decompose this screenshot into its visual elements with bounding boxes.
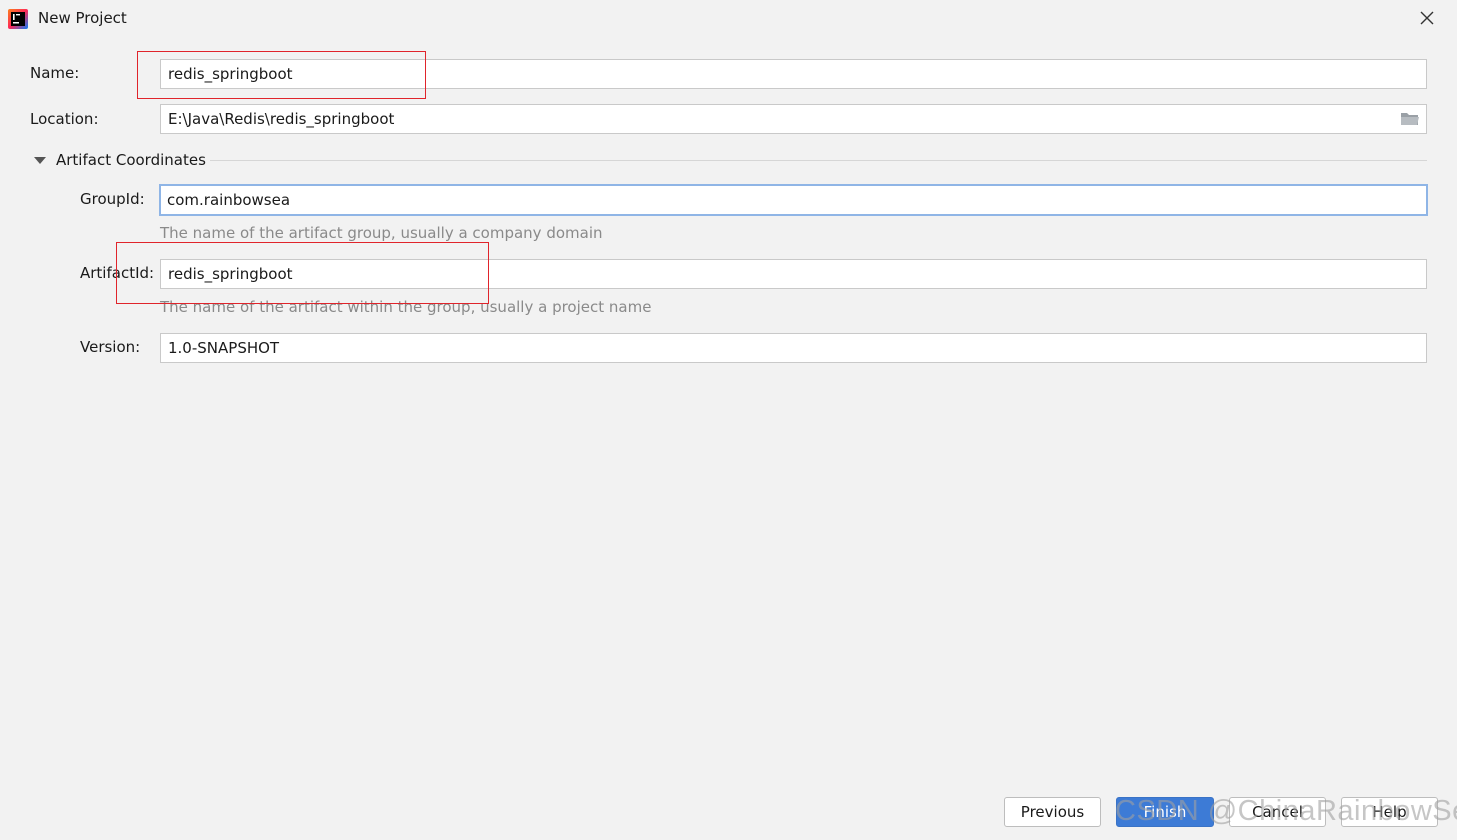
location-label: Location: xyxy=(30,110,99,128)
new-project-dialog: New Project Name: Location: Artifact Coo… xyxy=(0,0,1457,840)
group-id-label: GroupId: xyxy=(80,190,145,208)
version-input[interactable] xyxy=(160,333,1427,363)
expand-arrow-icon xyxy=(34,156,46,164)
artifact-id-input[interactable] xyxy=(160,259,1427,289)
intellij-idea-icon xyxy=(8,9,28,29)
cancel-button[interactable]: Cancel xyxy=(1229,797,1326,827)
section-title: Artifact Coordinates xyxy=(56,151,206,169)
name-label: Name: xyxy=(30,64,80,82)
browse-folder-button[interactable] xyxy=(1398,109,1422,129)
section-divider xyxy=(210,160,1427,161)
window-title: New Project xyxy=(38,9,127,27)
version-label: Version: xyxy=(80,338,141,356)
finish-button[interactable]: Finish xyxy=(1116,797,1214,827)
close-icon xyxy=(1420,11,1434,25)
group-id-input[interactable] xyxy=(159,184,1428,216)
previous-button[interactable]: Previous xyxy=(1004,797,1101,827)
name-input[interactable] xyxy=(160,59,1427,89)
title-bar: New Project xyxy=(0,0,1457,38)
group-id-hint: The name of the artifact group, usually … xyxy=(160,224,603,242)
artifact-coordinates-toggle[interactable]: Artifact Coordinates xyxy=(32,150,206,170)
help-button[interactable]: Help xyxy=(1341,797,1438,827)
artifact-id-hint: The name of the artifact within the grou… xyxy=(160,298,652,316)
close-button[interactable] xyxy=(1415,6,1439,30)
artifact-id-label: ArtifactId: xyxy=(80,264,155,282)
folder-icon xyxy=(1401,113,1419,125)
location-input[interactable] xyxy=(160,104,1427,134)
